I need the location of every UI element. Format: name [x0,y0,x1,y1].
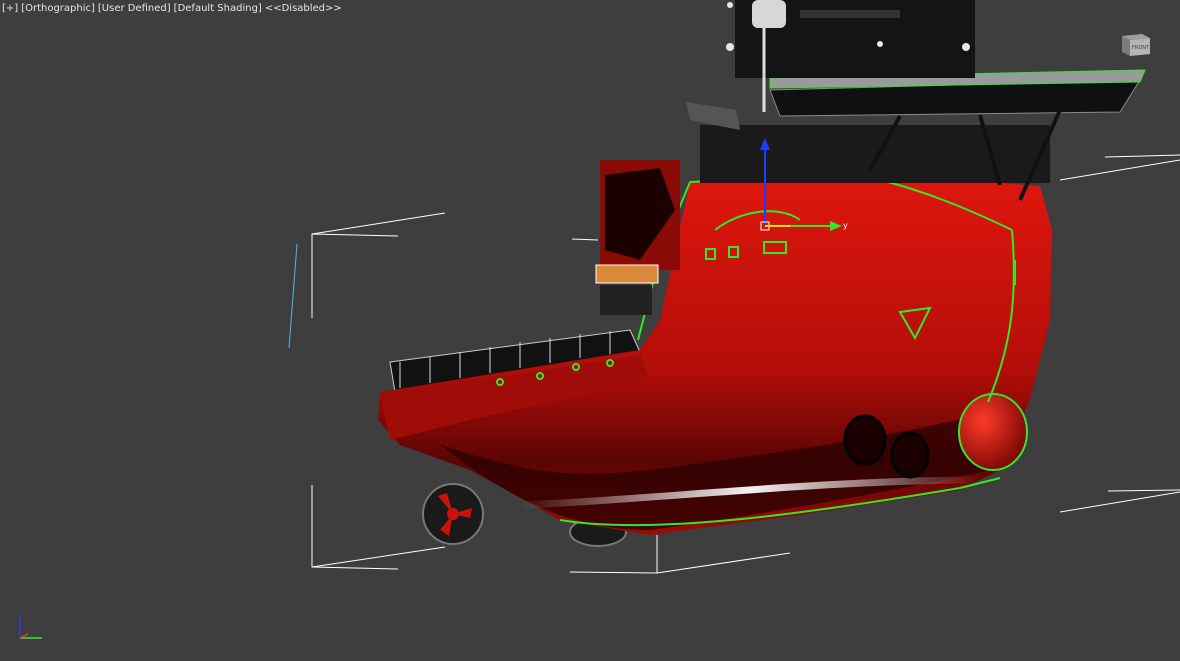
lifeboat [595,264,659,284]
viewcube[interactable]: FRONT [1118,28,1154,58]
propeller-left [422,483,484,545]
bridge-structure [686,0,1146,201]
3d-viewport[interactable]: [+] [Orthographic] [User Defined] [Defau… [0,0,1180,661]
radar-dome [752,0,786,28]
bow-thruster-1 [843,414,887,466]
bulbous-bow [958,393,1028,471]
svg-text:y: y [843,221,848,230]
axis-tripod-icon [19,616,42,639]
bow-thruster-2 [890,431,930,479]
camera-target-line [288,243,298,349]
ship-scene[interactable]: y [0,0,1180,661]
viewcube-face-label: FRONT [1132,45,1150,51]
